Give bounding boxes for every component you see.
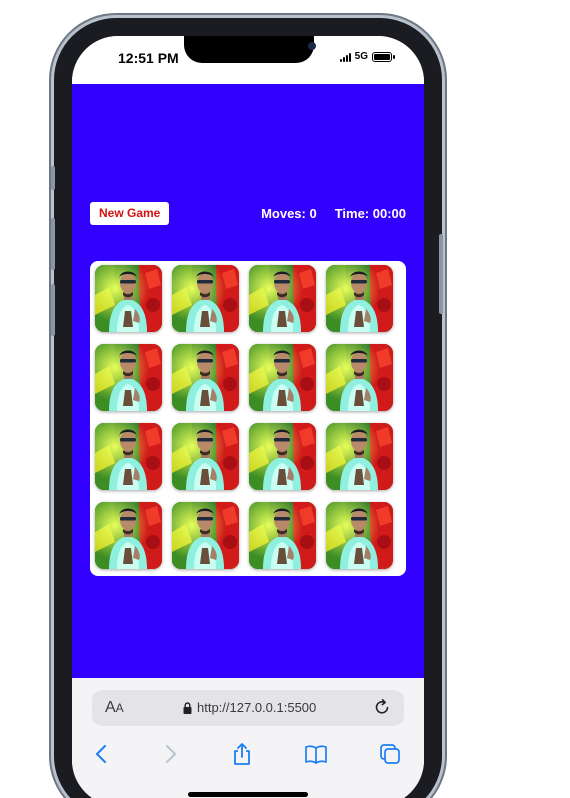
memory-card[interactable] <box>249 423 316 490</box>
notch <box>184 36 316 63</box>
game-page: New Game Moves: 0 Time: 00:00 <box>72 84 424 678</box>
url-text: http://127.0.0.1:5500 <box>197 700 317 715</box>
browser-bottom-bar: AA http://127.0.0.1:5500 <box>72 678 424 798</box>
status-bar: 12:51 PM 5G <box>72 36 424 84</box>
phone-screen: 12:51 PM 5G New Game Moves: 0 Time: 00:00 <box>72 36 424 798</box>
memory-card[interactable] <box>172 344 239 411</box>
camera-icon <box>308 42 316 50</box>
bookmarks-icon[interactable] <box>304 742 328 766</box>
game-board <box>90 261 406 576</box>
memory-card[interactable] <box>326 344 393 411</box>
battery-icon <box>372 51 395 62</box>
status-indicators: 5G <box>339 51 395 62</box>
home-indicator <box>188 792 308 797</box>
memory-card[interactable] <box>249 265 316 332</box>
text-size-button[interactable]: AA <box>105 699 124 717</box>
share-icon[interactable] <box>230 742 254 766</box>
volume-down-button <box>51 284 55 336</box>
game-header: New Game Moves: 0 Time: 00:00 <box>90 202 406 226</box>
browser-toolbar <box>72 734 424 774</box>
memory-card[interactable] <box>172 265 239 332</box>
new-game-button[interactable]: New Game <box>90 202 170 225</box>
back-icon[interactable] <box>90 742 114 766</box>
power-button <box>439 234 443 314</box>
lock-icon <box>183 702 192 714</box>
network-label: 5G <box>354 51 368 62</box>
memory-card[interactable] <box>95 502 162 569</box>
memory-card[interactable] <box>326 502 393 569</box>
page: 12:51 PM 5G New Game Moves: 0 Time: 00:00 <box>0 0 570 798</box>
volume-up-button <box>51 218 55 270</box>
memory-card[interactable] <box>95 423 162 490</box>
memory-card[interactable] <box>326 265 393 332</box>
memory-card[interactable] <box>172 502 239 569</box>
memory-card[interactable] <box>249 502 316 569</box>
game-stats: Moves: 0 Time: 00:00 <box>261 206 406 221</box>
tabs-icon[interactable] <box>378 742 402 766</box>
status-time: 12:51 PM <box>118 50 179 66</box>
memory-card[interactable] <box>172 423 239 490</box>
mute-switch <box>51 166 55 190</box>
signal-icon <box>339 52 351 62</box>
reload-icon[interactable] <box>373 698 391 716</box>
timer: Time: 00:00 <box>334 206 406 221</box>
moves-counter: Moves: 0 <box>261 206 317 221</box>
memory-card[interactable] <box>95 265 162 332</box>
address-bar[interactable]: AA http://127.0.0.1:5500 <box>92 690 404 726</box>
memory-card[interactable] <box>95 344 162 411</box>
memory-card[interactable] <box>249 344 316 411</box>
memory-card[interactable] <box>326 423 393 490</box>
forward-icon[interactable] <box>158 742 182 766</box>
